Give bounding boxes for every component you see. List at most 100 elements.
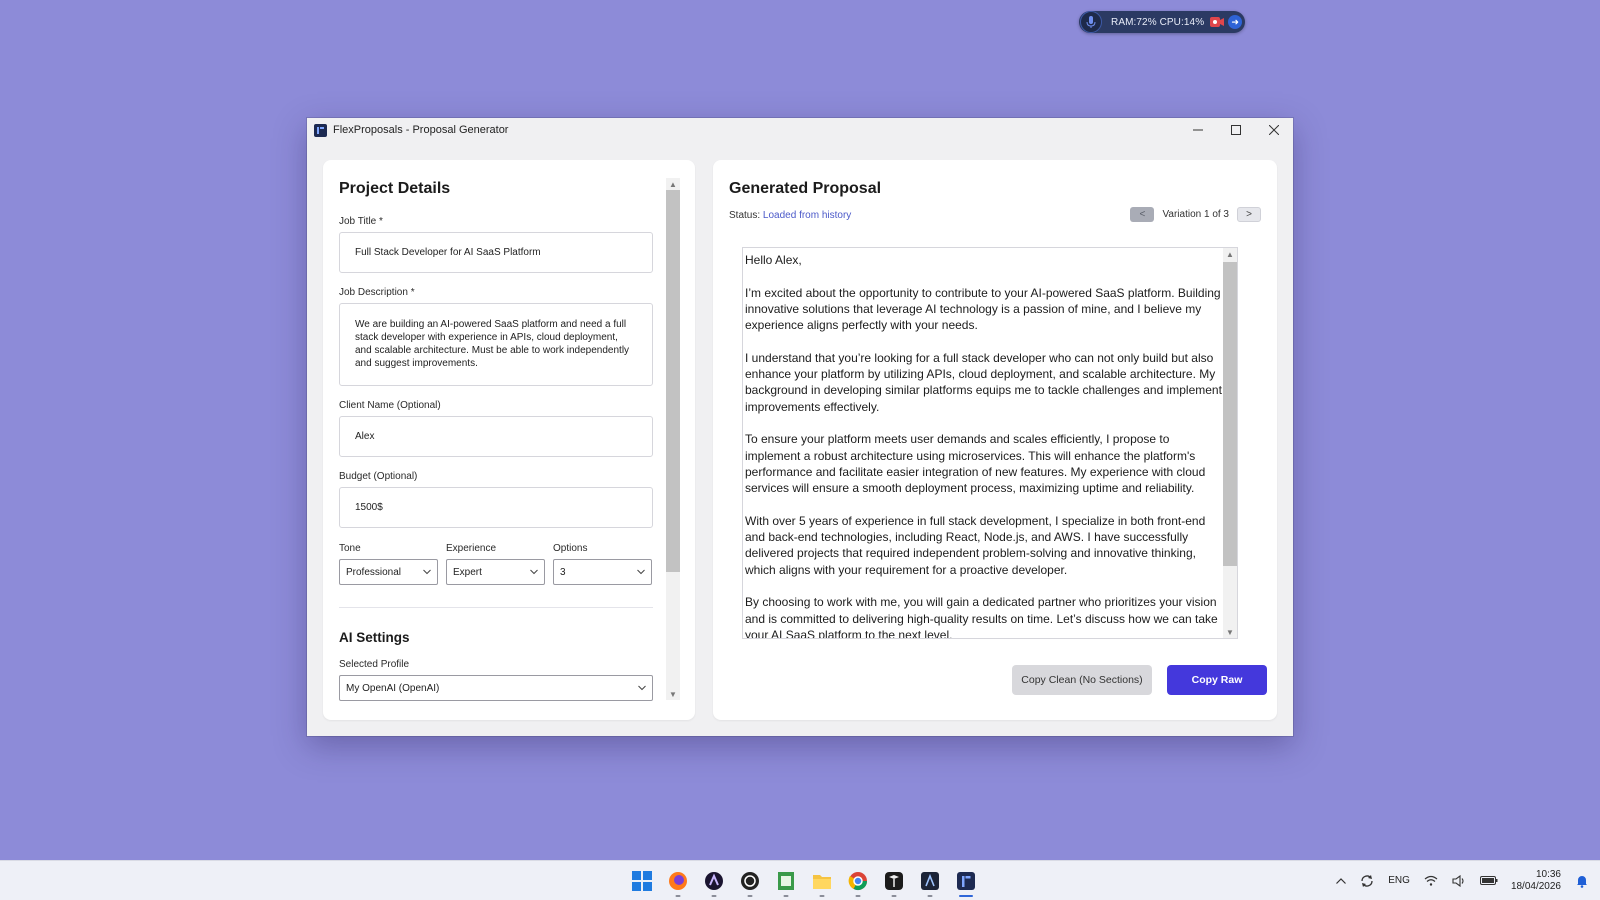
a-app-icon[interactable]	[912, 861, 948, 900]
ram-cpu-stats: RAM:72% CPU:14%	[1111, 16, 1205, 28]
volume-icon[interactable]	[1452, 874, 1466, 887]
tone-select[interactable]: Professional	[339, 559, 438, 585]
running-indicator	[747, 895, 753, 897]
job-description-textarea[interactable]: We are building an AI-powered SaaS platf…	[339, 303, 653, 386]
project-details-heading: Project Details	[339, 180, 451, 197]
client-name-value: Alex	[355, 431, 375, 442]
proposal-paragraph: I’m excited about the opportunity to con…	[745, 285, 1221, 333]
project-details-panel: Project Details Job Title * Full Stack D…	[323, 160, 695, 720]
status-label: Status:	[729, 210, 761, 221]
maximize-icon	[1231, 125, 1241, 135]
chevron-down-icon	[530, 569, 538, 575]
sync-icon[interactable]	[1360, 874, 1374, 888]
cube-app-icon[interactable]	[876, 861, 912, 900]
file-explorer-icon[interactable]	[804, 861, 840, 900]
windows-start-icon[interactable]	[624, 861, 660, 900]
close-icon	[1269, 125, 1279, 135]
close-button[interactable]	[1255, 118, 1293, 142]
next-variation-button[interactable]: >	[1237, 207, 1261, 222]
chevron-up-icon[interactable]	[1336, 877, 1347, 884]
client-name-input[interactable]: Alex	[339, 416, 653, 457]
budget-value: 1500$	[355, 502, 383, 513]
scroll-up-icon[interactable]: ▲	[1223, 248, 1237, 260]
app-logo-icon	[314, 123, 327, 137]
notepad-icon[interactable]	[768, 861, 804, 900]
running-indicator	[711, 895, 717, 897]
app-spiral-icon[interactable]	[732, 861, 768, 900]
running-indicator	[891, 895, 897, 897]
left-panel-scrollbar[interactable]: ▲ ▼	[666, 178, 680, 700]
selected-profile-label: Selected Profile	[339, 659, 410, 670]
language-indicator[interactable]: ENG	[1388, 875, 1410, 886]
microphone-icon[interactable]	[1080, 11, 1102, 33]
scrollbar-thumb[interactable]	[1223, 262, 1237, 566]
profile-value: My OpenAI (OpenAI)	[346, 682, 440, 694]
minimize-button[interactable]	[1179, 118, 1217, 142]
chevron-down-icon	[638, 685, 646, 691]
wifi-icon[interactable]	[1424, 875, 1438, 886]
generated-proposal-panel: Generated Proposal Status: Loaded from h…	[713, 160, 1277, 720]
clock-date: 18/04/2026	[1510, 880, 1561, 892]
scroll-up-icon[interactable]: ▲	[666, 178, 680, 190]
running-indicator	[855, 895, 861, 897]
battery-icon[interactable]	[1479, 875, 1498, 886]
window-title: FlexProposals - Proposal Generator	[333, 124, 509, 136]
job-title-value: Full Stack Developer for AI SaaS Platfor…	[355, 247, 541, 258]
section-divider	[339, 607, 653, 608]
taskbar: ENG 10:36 18/04/2026	[0, 860, 1600, 900]
experience-select[interactable]: Expert	[446, 559, 545, 585]
maximize-button[interactable]	[1217, 118, 1255, 142]
app-window: FlexProposals - Proposal Generator Proje…	[307, 118, 1293, 736]
proposal-paragraph: I understand that you’re looking for a f…	[745, 350, 1222, 414]
tone-label: Tone	[339, 543, 361, 554]
options-value: 3	[560, 566, 566, 578]
scroll-down-icon[interactable]: ▼	[1223, 626, 1237, 638]
scroll-down-icon[interactable]: ▼	[666, 688, 680, 700]
notification-bell-icon[interactable]	[1576, 874, 1588, 888]
flexproposals-icon[interactable]	[948, 861, 984, 900]
proposal-scrollbar[interactable]: ▲ ▼	[1223, 248, 1237, 638]
ai-settings-heading: AI Settings	[339, 630, 410, 645]
options-label: Options	[553, 543, 588, 554]
status-line: Status: Loaded from history	[729, 210, 851, 221]
proposal-paragraph: With over 5 years of experience in full …	[745, 513, 1206, 577]
app-purple-icon[interactable]	[696, 861, 732, 900]
arrow-right-icon[interactable]: ➜	[1228, 15, 1243, 29]
proposal-paragraph: Hello Alex,	[745, 253, 802, 267]
firefox-icon[interactable]	[660, 861, 696, 900]
chevron-down-icon	[423, 569, 431, 575]
variation-navigator: < Variation 1 of 3 >	[1130, 207, 1261, 222]
clock[interactable]: 10:36 18/04/2026	[1511, 869, 1561, 893]
client-name-label: Client Name (Optional)	[339, 400, 441, 411]
tone-value: Professional	[346, 566, 402, 578]
title-bar: FlexProposals - Proposal Generator	[307, 118, 1293, 142]
proposal-text-area[interactable]: Hello Alex, I’m excited about the opport…	[742, 247, 1238, 639]
options-select[interactable]: 3	[553, 559, 652, 585]
copy-raw-button[interactable]: Copy Raw	[1167, 665, 1267, 695]
chevron-down-icon	[637, 569, 645, 575]
copy-clean-button[interactable]: Copy Clean (No Sections)	[1012, 665, 1152, 695]
proposal-text: Hello Alex, I’m excited about the opport…	[743, 248, 1225, 639]
running-indicator	[783, 895, 789, 897]
record-icon[interactable]	[1210, 17, 1225, 27]
budget-label: Budget (Optional)	[339, 471, 418, 482]
running-indicator	[675, 895, 681, 897]
variation-label: Variation 1 of 3	[1162, 209, 1229, 220]
profile-select[interactable]: My OpenAI (OpenAI)	[339, 675, 653, 701]
clock-time: 10:36	[1535, 868, 1561, 880]
job-description-value: We are building an AI-powered SaaS platf…	[355, 319, 630, 369]
previous-variation-button[interactable]: <	[1130, 207, 1155, 222]
system-monitor-pill[interactable]: RAM:72% CPU:14% ➜	[1079, 11, 1245, 33]
running-indicator	[819, 895, 825, 897]
scrollbar-thumb[interactable]	[666, 190, 680, 572]
status-value: Loaded from history	[762, 210, 852, 221]
job-title-input[interactable]: Full Stack Developer for AI SaaS Platfor…	[339, 232, 653, 273]
budget-input[interactable]: 1500$	[339, 487, 653, 528]
active-indicator	[959, 895, 973, 897]
experience-value: Expert	[453, 566, 482, 578]
experience-label: Experience	[446, 543, 497, 554]
proposal-paragraph: By choosing to work with me, you will ga…	[745, 595, 1218, 639]
minimize-icon	[1193, 129, 1203, 131]
chrome-icon[interactable]	[840, 861, 876, 900]
job-description-label: Job Description *	[339, 287, 415, 298]
